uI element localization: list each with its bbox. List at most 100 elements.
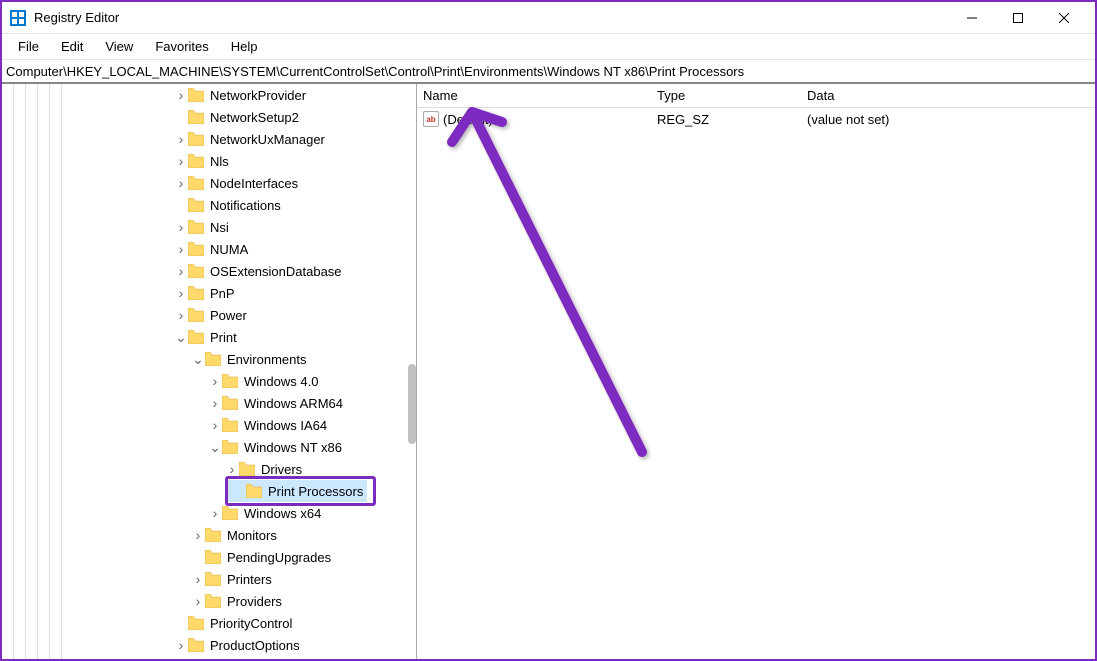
folder-icon [205,550,221,564]
tree-node-windows-4-0[interactable]: › Windows 4.0 [208,370,318,392]
tree-view[interactable]: ›NetworkProviderNetworkSetup2›NetworkUxM… [2,84,417,659]
tree-node-notifications[interactable]: Notifications [174,194,281,216]
chevron-right-icon[interactable]: › [174,87,188,103]
folder-icon [188,264,204,278]
maximize-button[interactable] [995,3,1041,33]
folder-icon [188,176,204,190]
chevron-down-icon[interactable]: ⌄ [191,351,205,368]
tree-node-windows-ia64[interactable]: › Windows IA64 [208,414,327,436]
tree-node-monitors[interactable]: › Monitors [191,524,277,546]
folder-icon [205,594,221,608]
tree-node-nodeinterfaces[interactable]: › NodeInterfaces [174,172,298,194]
folder-icon [188,308,204,322]
folder-icon [222,396,238,410]
tree-node-providers[interactable]: › Providers [191,590,282,612]
column-name[interactable]: Name [417,88,657,103]
tree-node-printers[interactable]: ›Printers [191,568,272,590]
tree-label: Monitors [227,528,277,543]
tree-node-networkprovider[interactable]: ›NetworkProvider [174,84,306,106]
chevron-right-icon[interactable]: › [225,461,239,477]
folder-icon [222,440,238,454]
chevron-right-icon[interactable]: › [174,153,188,169]
tree-node-nls[interactable]: › Nls [174,150,229,172]
chevron-right-icon[interactable]: › [208,373,222,389]
tree-label: Drivers [261,462,302,477]
tree-label: Print Processors [268,484,363,499]
chevron-down-icon[interactable]: ⌄ [208,439,222,456]
string-value-icon: ab [423,111,439,127]
folder-icon [222,418,238,432]
tree-label: ProductOptions [210,638,300,653]
tree-node-osextensiondatabase[interactable]: › OSExtensionDatabase [174,260,342,282]
address-bar[interactable]: Computer\HKEY_LOCAL_MACHINE\SYSTEM\Curre… [2,60,1095,84]
chevron-right-icon[interactable]: › [191,571,205,587]
tree-label: Print [210,330,237,345]
tree-node-print-processors[interactable]: Print Processors [228,480,367,502]
tree-label: Windows 4.0 [244,374,318,389]
chevron-right-icon[interactable]: › [174,241,188,257]
tree-node-prioritycontrol[interactable]: PriorityControl [174,612,292,634]
close-button[interactable] [1041,3,1087,33]
folder-icon [188,132,204,146]
folder-icon [205,572,221,586]
folder-icon [188,616,204,630]
tree-node-pendingupgrades[interactable]: PendingUpgrades [191,546,331,568]
value-data: (value not set) [807,112,1095,127]
tree-node-networkuxmanager[interactable]: ›NetworkUxManager [174,128,325,150]
folder-icon [188,242,204,256]
window-title: Registry Editor [34,10,949,25]
details-header: Name Type Data [417,84,1095,108]
chevron-right-icon[interactable]: › [174,131,188,147]
tree-label: Providers [227,594,282,609]
chevron-right-icon[interactable]: › [174,263,188,279]
tree-node-numa[interactable]: ›NUMA [174,238,248,260]
chevron-right-icon[interactable]: › [208,395,222,411]
tree-node-productoptions[interactable]: › ProductOptions [174,634,300,656]
tree-node-power[interactable]: › Power [174,304,247,326]
tree-node-windows-x64[interactable]: › Windows x64 [208,502,321,524]
tree-label: OSExtensionDatabase [210,264,342,279]
column-type[interactable]: Type [657,88,807,103]
chevron-right-icon[interactable]: › [174,175,188,191]
menu-view[interactable]: View [95,37,143,56]
tree-node-windows-nt-x86[interactable]: ⌄ Windows NT x86 [208,436,342,458]
chevron-right-icon[interactable]: › [191,527,205,543]
menu-help[interactable]: Help [221,37,268,56]
chevron-right-icon[interactable]: › [208,417,222,433]
tree-node-windows-arm64[interactable]: ›Windows ARM64 [208,392,343,414]
chevron-down-icon[interactable]: ⌄ [174,329,188,346]
menu-favorites[interactable]: Favorites [145,37,218,56]
value-type: REG_SZ [657,112,807,127]
chevron-right-icon[interactable]: › [191,593,205,609]
tree-node-nsi[interactable]: ›Nsi [174,216,229,238]
value-name: (Default) [443,112,493,127]
tree-label: Windows x64 [244,506,321,521]
chevron-right-icon[interactable]: › [208,505,222,521]
tree-label: Windows IA64 [244,418,327,433]
menubar: File Edit View Favorites Help [2,34,1095,60]
tree-node-environments[interactable]: ⌄Environments [191,348,306,370]
tree-node-print[interactable]: ⌄ Print [174,326,237,348]
tree-label: PriorityControl [210,616,292,631]
minimize-button[interactable] [949,3,995,33]
tree-label: NodeInterfaces [210,176,298,191]
menu-edit[interactable]: Edit [51,37,93,56]
tree-label: Nls [210,154,229,169]
chevron-right-icon[interactable]: › [174,219,188,235]
chevron-right-icon[interactable]: › [174,307,188,323]
value-row[interactable]: ab (Default) REG_SZ (value not set) [417,108,1095,130]
tree-node-networksetup2[interactable]: NetworkSetup2 [174,106,299,128]
tree-label: Windows NT x86 [244,440,342,455]
chevron-right-icon[interactable]: › [174,285,188,301]
regedit-icon [10,10,26,26]
tree-label: Notifications [210,198,281,213]
column-data[interactable]: Data [807,88,1095,103]
folder-icon [222,506,238,520]
menu-file[interactable]: File [8,37,49,56]
details-pane: Name Type Data ab (Default) REG_SZ (valu… [417,84,1095,659]
folder-icon [222,374,238,388]
tree-label: Power [210,308,247,323]
folder-icon [205,528,221,542]
tree-node-pnp[interactable]: ›PnP [174,282,235,304]
chevron-right-icon[interactable]: › [174,637,188,653]
